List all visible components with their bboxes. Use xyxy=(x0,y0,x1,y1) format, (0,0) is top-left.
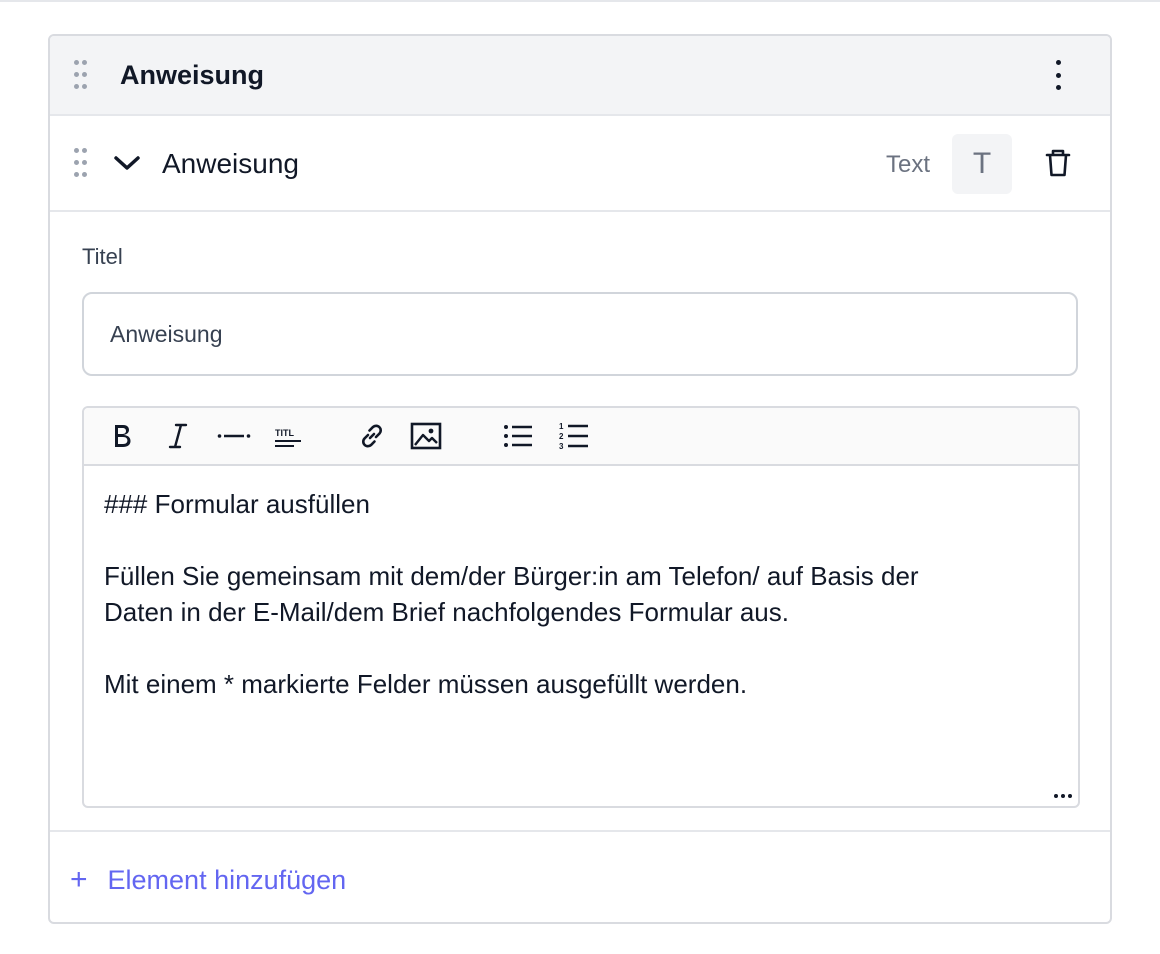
editor-toolbar: TITL 1 2 3 xyxy=(84,408,1078,466)
bullet-list-icon[interactable] xyxy=(500,418,536,454)
section-title: Anweisung xyxy=(120,60,265,90)
link-icon[interactable] xyxy=(354,418,390,454)
horizontal-rule-icon[interactable] xyxy=(216,418,252,454)
svg-text:1: 1 xyxy=(559,422,564,431)
numbered-list-icon[interactable]: 1 2 3 xyxy=(556,418,592,454)
element-type-label: Text xyxy=(886,151,931,178)
top-divider xyxy=(0,0,1160,2)
drag-handle-icon[interactable] xyxy=(74,148,87,180)
title-field-label: Titel xyxy=(82,244,123,269)
add-element-label: Element hinzufügen xyxy=(107,864,347,895)
footer: + Element hinzufügen xyxy=(50,830,1110,922)
text-type-icon: T xyxy=(952,134,1012,194)
section-panel: Anweisung Anweisung Text T Titel Anweisu… xyxy=(48,34,1112,924)
element-row: Anweisung Text T xyxy=(50,116,1110,212)
italic-icon[interactable] xyxy=(160,418,196,454)
editor-line: Mit einem * markierte Felder müssen ausg… xyxy=(104,669,748,699)
editor-line: ### Formular ausfüllen xyxy=(104,489,370,519)
add-element-button[interactable]: + Element hinzufügen xyxy=(70,862,346,898)
editor-content[interactable]: ### Formular ausfüllen Füllen Sie gemein… xyxy=(104,486,1044,702)
chevron-down-icon[interactable] xyxy=(112,148,142,178)
editor-line: Füllen Sie gemeinsam mit dem/der Bürger:… xyxy=(104,561,919,591)
section-header: Anweisung xyxy=(50,36,1110,116)
more-options-icon[interactable] xyxy=(1046,60,1070,90)
editor-line: Daten in der E-Mail/dem Brief nachfolgen… xyxy=(104,597,789,627)
drag-handle-icon[interactable] xyxy=(74,60,87,92)
svg-text:2: 2 xyxy=(559,432,564,441)
markdown-editor: TITL 1 2 3 ### Formular ausfüllen Füllen… xyxy=(82,406,1080,808)
resize-handle-icon[interactable] xyxy=(1054,794,1072,800)
svg-text:3: 3 xyxy=(559,442,564,451)
delete-icon[interactable] xyxy=(1044,148,1072,178)
image-icon[interactable] xyxy=(408,418,444,454)
svg-text:TITL: TITL xyxy=(275,428,294,438)
heading-icon[interactable]: TITL xyxy=(270,418,306,454)
title-input[interactable] xyxy=(82,292,1078,376)
bold-icon[interactable] xyxy=(104,418,140,454)
element-title: Anweisung xyxy=(162,148,299,179)
plus-icon: + xyxy=(70,863,88,896)
